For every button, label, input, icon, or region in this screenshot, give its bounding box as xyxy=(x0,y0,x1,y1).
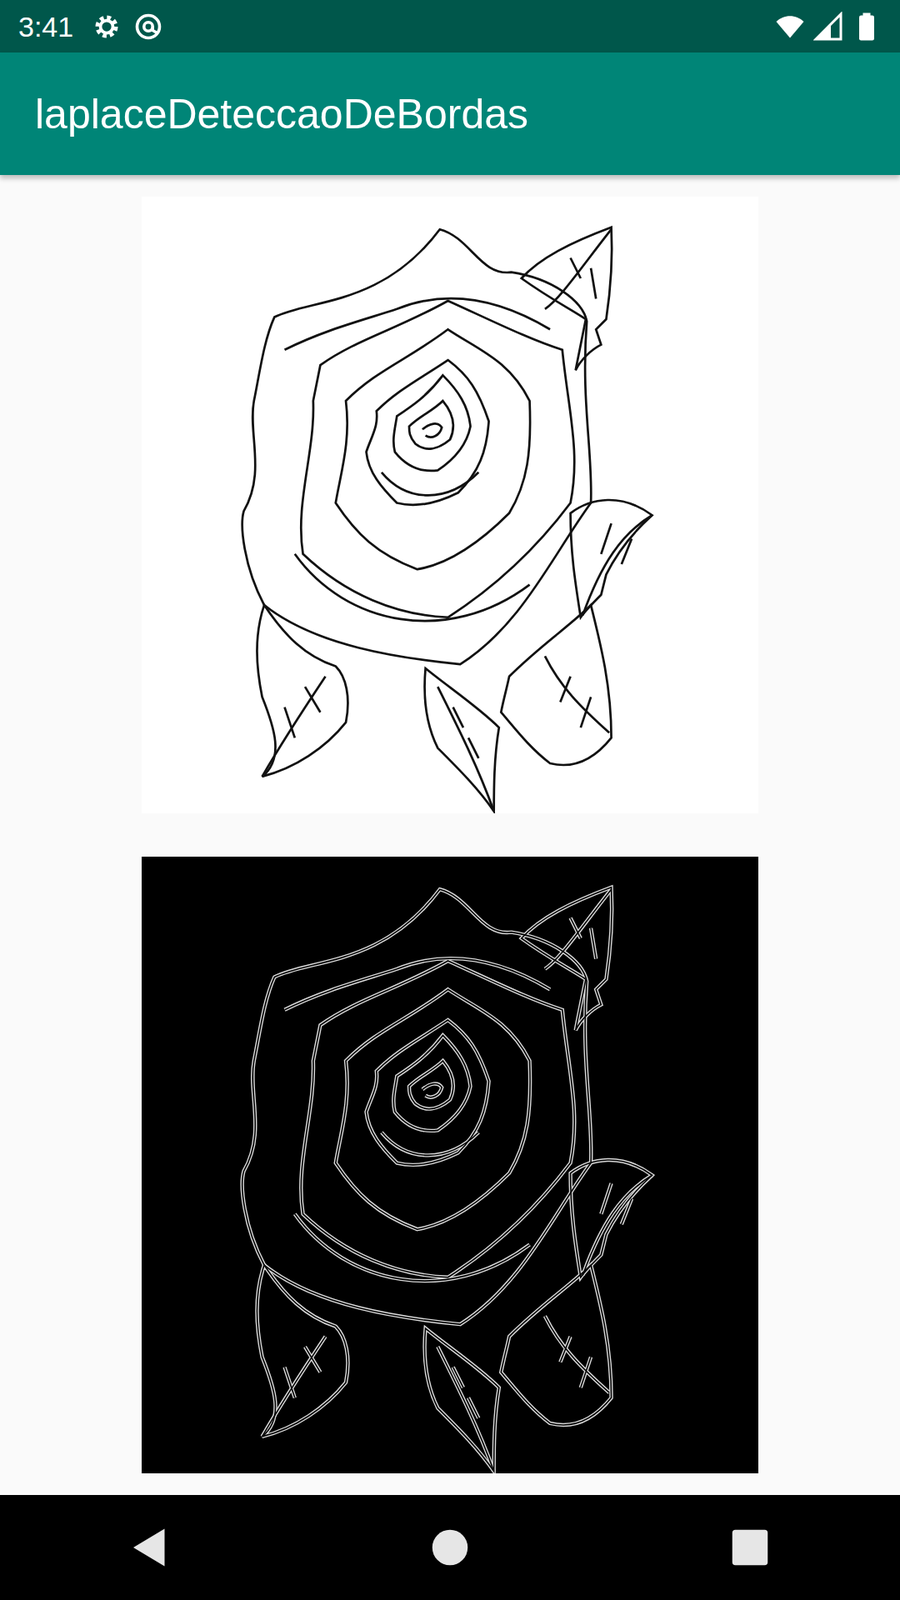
rose-drawing-icon xyxy=(141,196,759,814)
wifi-icon xyxy=(775,11,805,42)
navigation-bar xyxy=(0,1495,900,1600)
app-screen: 3:41 laplaceDeteccaoDeBordas xyxy=(0,0,900,1600)
back-triangle-icon[interactable] xyxy=(125,1522,175,1573)
sync-at-icon xyxy=(133,11,164,42)
home-circle-icon[interactable] xyxy=(425,1522,475,1573)
status-time: 3:41 xyxy=(18,12,74,41)
status-bar: 3:41 xyxy=(0,0,900,53)
battery-icon xyxy=(851,11,882,42)
content-area xyxy=(0,175,900,1495)
rose-edges-icon xyxy=(141,856,759,1474)
app-bar: laplaceDeteccaoDeBordas xyxy=(0,52,900,175)
status-icons xyxy=(766,11,882,42)
edge-detected-image xyxy=(141,856,759,1474)
signal-icon xyxy=(813,11,844,42)
recents-square-icon[interactable] xyxy=(725,1522,775,1573)
settings-gear-icon xyxy=(91,11,122,42)
original-rose-image xyxy=(141,196,759,814)
app-title: laplaceDeteccaoDeBordas xyxy=(35,89,529,140)
